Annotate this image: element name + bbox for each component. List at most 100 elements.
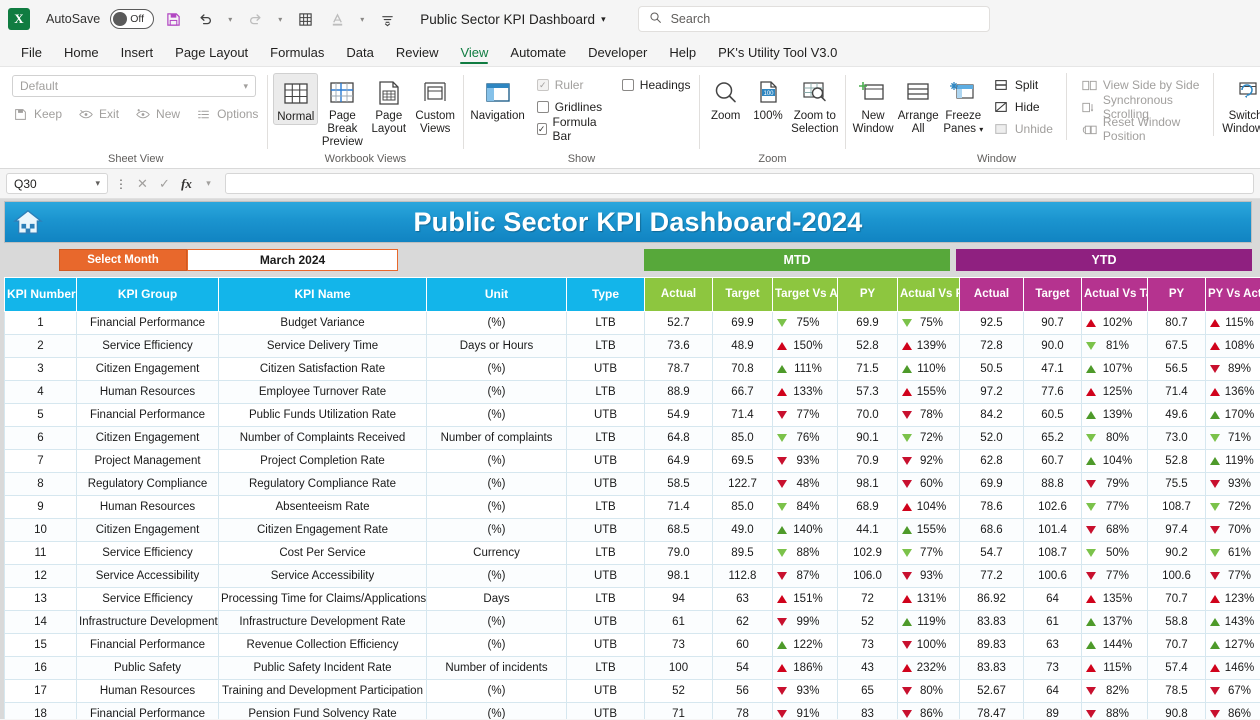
headings-checkbox-row[interactable]: Headings xyxy=(619,74,694,96)
chevron-down-icon[interactable]: ▾ xyxy=(243,81,248,92)
undo-icon[interactable] xyxy=(192,6,218,32)
cell-unit: Number of complaints xyxy=(426,426,567,450)
cell-mtd-actual-vs-py: 155% xyxy=(897,518,960,542)
search-icon xyxy=(649,11,662,27)
table-row: 10 Citizen Engagement Citizen Engagement R… xyxy=(4,518,1260,542)
new-label: New xyxy=(156,107,181,121)
enter-icon[interactable]: ✓ xyxy=(156,176,173,192)
cell-ytd-actual-vs-target: 80% xyxy=(1081,426,1148,450)
percent-value: 91% xyxy=(796,708,820,719)
formula-bar-expand-icon[interactable]: ▾ xyxy=(200,178,217,189)
cancel-icon[interactable]: ✕ xyxy=(134,176,151,192)
formula-input[interactable] xyxy=(225,173,1254,194)
name-box[interactable]: Q30 ▾ xyxy=(6,173,108,194)
cell-ytd-py-vs-actual: 70% xyxy=(1205,518,1260,542)
fx-icon[interactable]: fx xyxy=(178,176,195,192)
percent-value: 99% xyxy=(796,616,820,628)
tab-review[interactable]: Review xyxy=(387,42,448,66)
arrow-down-icon xyxy=(777,618,787,626)
tab-pk-utility-tool[interactable]: PK's Utility Tool V3.0 xyxy=(709,42,846,66)
tab-home[interactable]: Home xyxy=(55,42,108,66)
col-type[interactable]: Type xyxy=(566,277,645,312)
autosave-toggle-knob xyxy=(113,12,128,26)
cell-kpi-group: Project Management xyxy=(76,449,219,473)
zoom-to-selection-button[interactable]: Zoom to Selection xyxy=(790,73,839,136)
cell-kpi-number: 12 xyxy=(4,564,77,588)
select-month-value[interactable]: March 2024 xyxy=(187,249,398,271)
undo-dropdown-icon[interactable]: ▾ xyxy=(224,15,236,24)
ribbon-group-show: Navigation ✓ Ruler Gridlines ✓ Formula B… xyxy=(463,71,699,167)
formula-bar-checkbox[interactable]: ✓ xyxy=(536,123,547,135)
tab-file[interactable]: File xyxy=(12,42,51,66)
cell-ytd-target: 88.8 xyxy=(1023,472,1082,496)
col-ytd-py-vs-actual[interactable]: PY Vs Actual xyxy=(1205,277,1260,312)
col-ytd-py[interactable]: PY xyxy=(1147,277,1206,312)
zoom-100-button[interactable]: 100 100% xyxy=(748,73,788,123)
search-box[interactable]: Search xyxy=(637,6,990,32)
col-mtd-target-vs-actual[interactable]: Target Vs Actual xyxy=(772,277,838,312)
navigation-button[interactable]: Navigation xyxy=(469,73,525,123)
zoom-button[interactable]: Zoom xyxy=(705,73,745,123)
name-box-more-icon[interactable]: ⋮ xyxy=(113,177,129,191)
cell-unit: Number of incidents xyxy=(426,656,567,680)
split-button[interactable]: Split xyxy=(991,74,1056,96)
save-icon[interactable] xyxy=(160,6,186,32)
tab-automate[interactable]: Automate xyxy=(501,42,575,66)
cell-ytd-target: 100.6 xyxy=(1023,564,1082,588)
cell-kpi-name: Processing Time for Claims/Applications xyxy=(218,587,427,611)
cell-mtd-actual: 61 xyxy=(644,610,713,634)
col-unit[interactable]: Unit xyxy=(426,277,567,312)
page-break-preview-button[interactable]: Page Break Preview xyxy=(320,73,364,149)
freeze-panes-button[interactable]: Freeze Panes ▾ xyxy=(942,73,985,136)
col-ytd-actual-vs-target[interactable]: Actual Vs Target xyxy=(1081,277,1148,312)
tab-developer[interactable]: Developer xyxy=(579,42,656,66)
col-ytd-actual[interactable]: Actual xyxy=(959,277,1024,312)
tab-view[interactable]: View xyxy=(451,42,497,66)
normal-view-button[interactable]: Normal xyxy=(273,73,319,125)
new-window-button[interactable]: New Window xyxy=(851,73,894,136)
tab-help[interactable]: Help xyxy=(660,42,705,66)
document-title-chevron-icon[interactable]: ▾ xyxy=(601,14,606,25)
cell-type: UTB xyxy=(566,403,645,427)
formula-bar-label: Formula Bar xyxy=(552,115,597,143)
tab-data[interactable]: Data xyxy=(337,42,382,66)
arrow-down-icon xyxy=(1086,503,1096,511)
tab-formulas[interactable]: Formulas xyxy=(261,42,333,66)
tab-page-layout[interactable]: Page Layout xyxy=(166,42,257,66)
cell-mtd-py: 68.9 xyxy=(837,495,898,519)
page-layout-button[interactable]: Page Layout xyxy=(367,73,411,136)
custom-views-button[interactable]: Custom Views xyxy=(413,73,457,136)
cell-mtd-actual-vs-py: 104% xyxy=(897,495,960,519)
cell-mtd-target-vs-actual: 76% xyxy=(772,426,838,450)
arrange-all-button[interactable]: Arrange All xyxy=(897,73,940,136)
hide-button[interactable]: Hide xyxy=(991,96,1056,118)
cell-type: UTB xyxy=(566,702,645,719)
tab-insert[interactable]: Insert xyxy=(112,42,163,66)
table-row: 13 Service Efficiency Processing Time for … xyxy=(4,587,1260,611)
split-label: Split xyxy=(1014,78,1039,92)
table-grid-icon[interactable] xyxy=(292,6,318,32)
col-mtd-py[interactable]: PY xyxy=(837,277,898,312)
cell-mtd-target: 70.8 xyxy=(712,357,773,381)
col-kpi-number[interactable]: KPI Number xyxy=(4,277,77,312)
col-kpi-group[interactable]: KPI Group xyxy=(76,277,219,312)
cell-mtd-target-vs-actual: 75% xyxy=(772,311,838,335)
sheet-view-combo[interactable]: Default ▾ xyxy=(12,75,256,97)
formula-bar-checkbox-row[interactable]: ✓ Formula Bar xyxy=(534,115,607,143)
col-mtd-target[interactable]: Target xyxy=(712,277,773,312)
home-icon[interactable] xyxy=(13,208,43,241)
table-row: 9 Human Resources Absenteeism Rate (%) LTB 71… xyxy=(4,495,1260,519)
cell-ytd-target: 61 xyxy=(1023,610,1082,634)
document-title-area[interactable]: Public Sector KPI Dashboard ▾ xyxy=(420,12,605,27)
gridlines-checkbox[interactable] xyxy=(536,101,549,113)
col-ytd-target[interactable]: Target xyxy=(1023,277,1082,312)
col-mtd-actual[interactable]: Actual xyxy=(644,277,713,312)
switch-windows-button[interactable]: Switch Windows xyxy=(1220,73,1260,136)
cell-unit: (%) xyxy=(426,311,567,335)
col-mtd-actual-vs-py[interactable]: Actual Vs PY xyxy=(897,277,960,312)
autosave-toggle[interactable]: Off xyxy=(110,9,155,29)
headings-checkbox[interactable] xyxy=(621,79,634,91)
chevron-down-icon[interactable]: ▾ xyxy=(95,178,100,189)
qat-more-icon[interactable] xyxy=(374,6,400,32)
col-kpi-name[interactable]: KPI Name xyxy=(218,277,427,312)
